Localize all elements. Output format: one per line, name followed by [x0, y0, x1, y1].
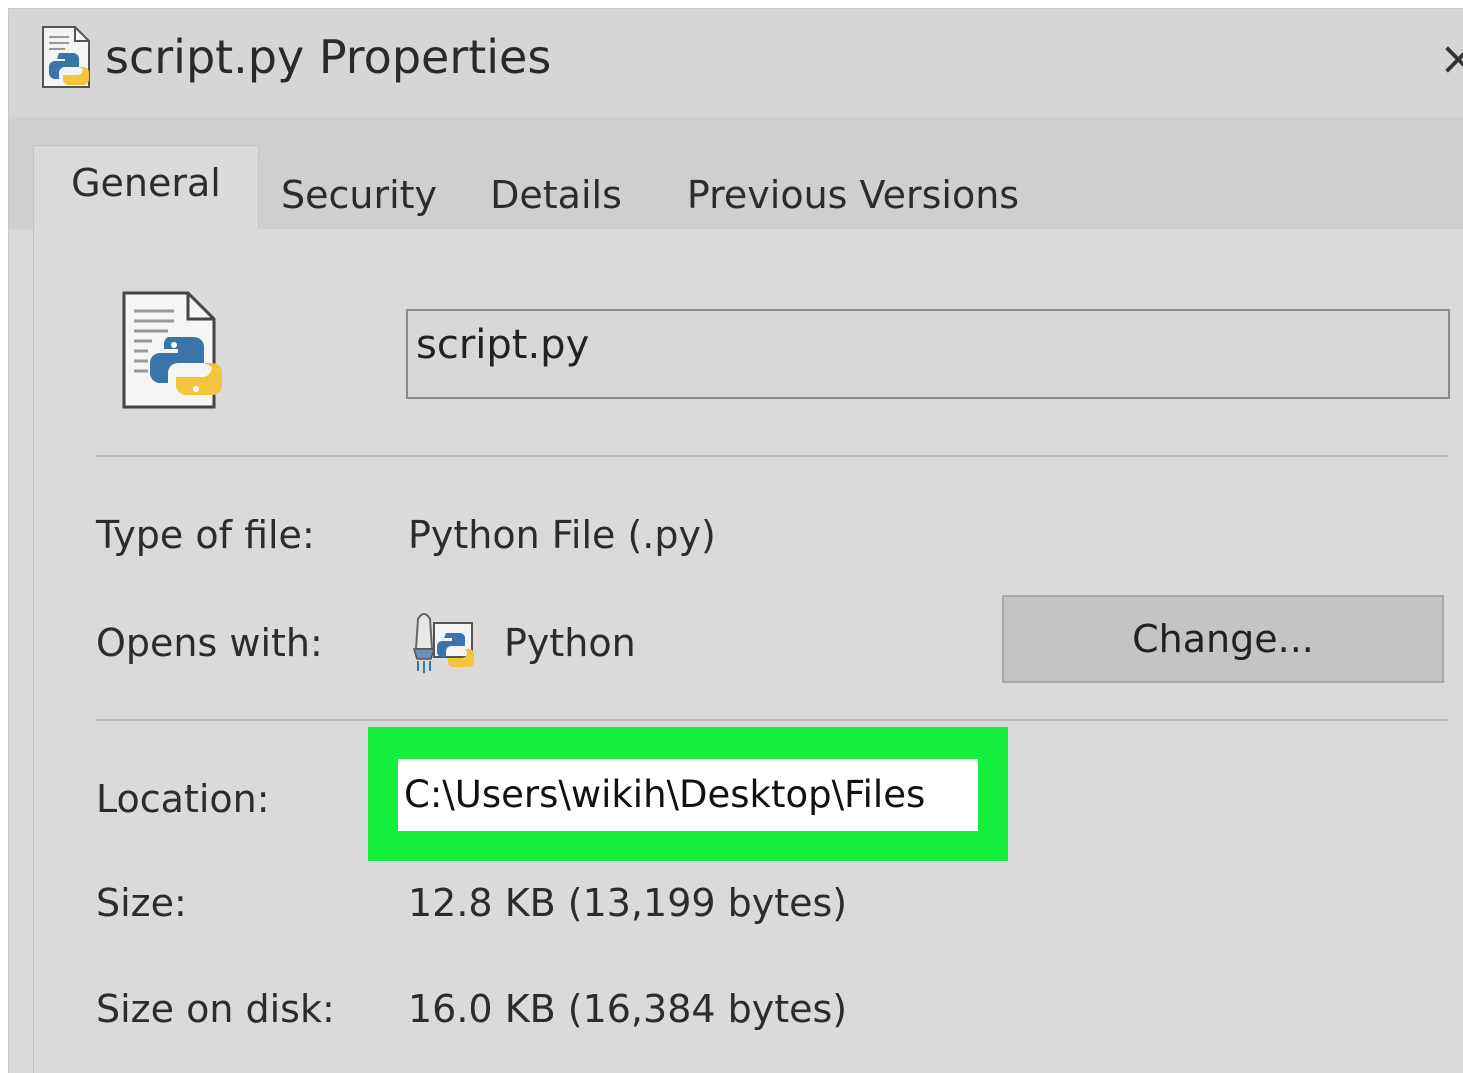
tab-strip: General Security Details Previous Versio…: [9, 117, 1463, 238]
tab-details[interactable]: Details: [463, 157, 649, 233]
python-file-icon: [39, 25, 95, 91]
tab-general[interactable]: General: [33, 145, 259, 238]
size-on-disk-value: 16.0 KB (16,384 bytes): [408, 987, 848, 1031]
size-on-disk-label: Size on disk:: [96, 987, 335, 1031]
properties-window: script.py Properties × General Security …: [8, 8, 1463, 1073]
opens-with-label: Opens with:: [96, 621, 323, 665]
tab-previous-versions[interactable]: Previous Versions: [653, 157, 1053, 233]
close-button[interactable]: ×: [1439, 31, 1463, 85]
tab-security[interactable]: Security: [261, 157, 457, 233]
type-of-file-value: Python File (.py): [408, 513, 716, 557]
file-name-input[interactable]: script.py: [406, 309, 1450, 399]
opens-with-value: Python: [504, 621, 636, 665]
python-file-icon: [118, 289, 230, 413]
window-title: script.py Properties: [105, 30, 552, 84]
general-panel: script.py Type of file: Python File (.py…: [33, 229, 1463, 1073]
size-value: 12.8 KB (13,199 bytes): [408, 881, 848, 925]
divider: [96, 719, 1448, 721]
title-bar: script.py Properties ×: [9, 9, 1463, 117]
location-label: Location:: [96, 777, 270, 821]
divider: [96, 455, 1448, 457]
location-value[interactable]: C:\Users\wikih\Desktop\Files: [398, 759, 978, 831]
type-of-file-label: Type of file:: [96, 513, 315, 557]
python-launcher-icon: [406, 609, 476, 679]
size-label: Size:: [96, 881, 187, 925]
change-button[interactable]: Change...: [1002, 595, 1444, 683]
